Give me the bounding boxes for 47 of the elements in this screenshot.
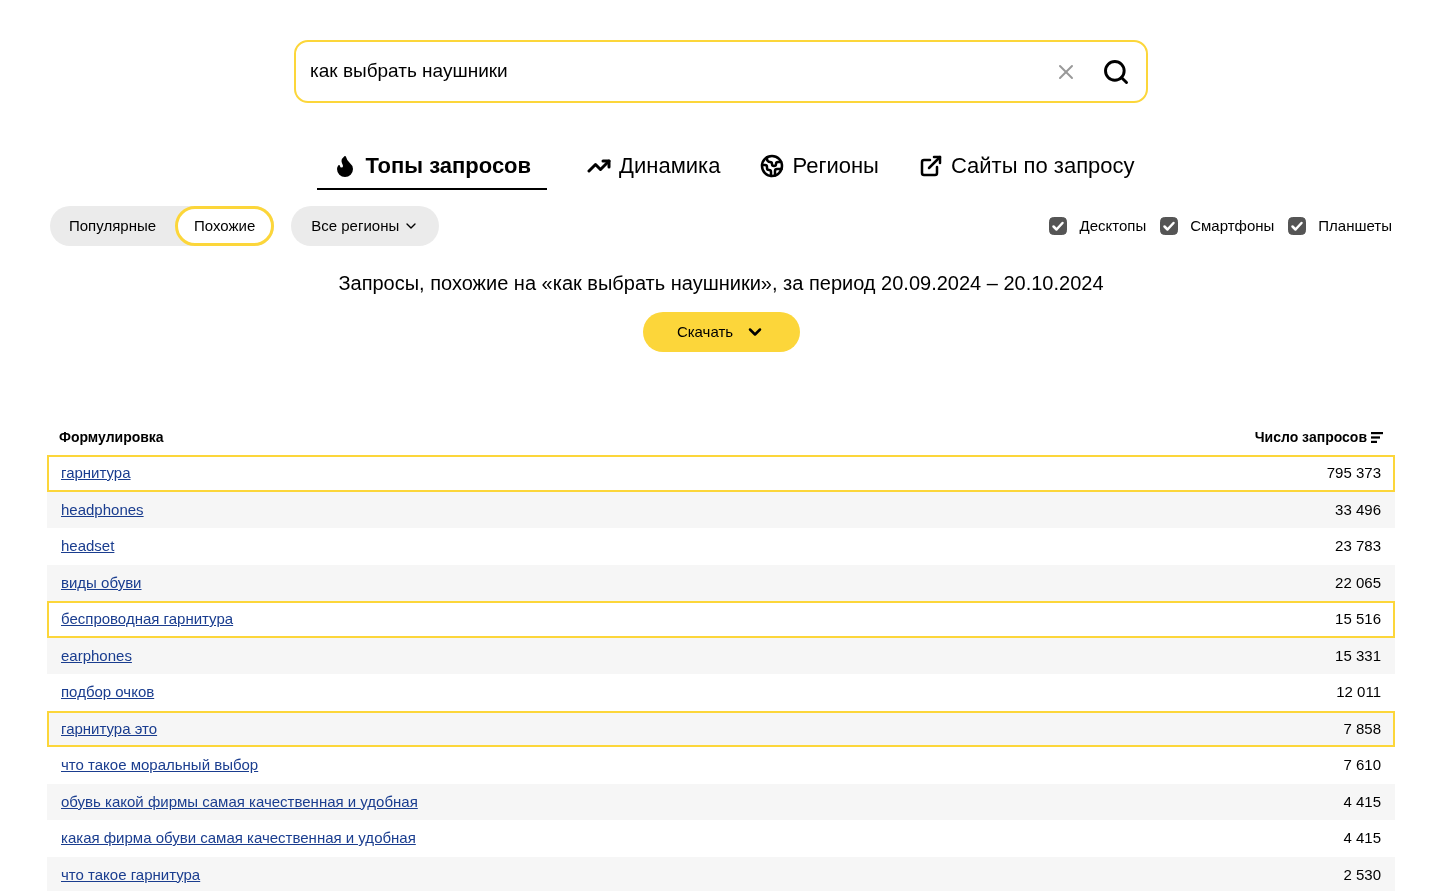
sort-icon[interactable] xyxy=(1371,431,1383,443)
column-header: Формулировка xyxy=(59,427,164,447)
checkbox[interactable] xyxy=(1049,217,1068,235)
query-link[interactable]: earphones xyxy=(61,644,132,667)
query-link[interactable]: что такое гарнитура xyxy=(61,863,201,886)
region-dropdown[interactable]: Все регионы xyxy=(291,206,440,246)
search-icon[interactable] xyxy=(1102,57,1130,86)
mode-option[interactable]: Похожие xyxy=(175,206,275,246)
download-button[interactable]: Скачать xyxy=(642,312,800,352)
query-link[interactable]: подбор очков xyxy=(61,681,155,704)
query-link[interactable]: что такое моральный выбор xyxy=(61,754,259,777)
query-count: 4 415 xyxy=(1343,791,1381,812)
query-count: 7 610 xyxy=(1343,755,1381,775)
external-link-icon xyxy=(918,153,943,178)
query-link[interactable]: гарнитура это xyxy=(61,717,158,740)
query-count: 33 496 xyxy=(1335,499,1381,520)
search-value: как выбрать наушники xyxy=(310,59,509,84)
checkbox[interactable] xyxy=(1288,217,1307,235)
tab[interactable]: Сайты по запросу xyxy=(918,149,1135,190)
query-count: 2 530 xyxy=(1343,864,1381,885)
query-link[interactable]: виды обуви xyxy=(61,571,142,594)
tab[interactable]: Динамика xyxy=(587,149,721,190)
tab[interactable]: Топы запросов xyxy=(317,149,548,190)
query-count: 7 858 xyxy=(1343,718,1381,739)
query-link[interactable]: обувь какой фирмы самая качественная и удобная xyxy=(61,790,418,813)
globe-icon xyxy=(760,153,785,178)
query-count: 795 373 xyxy=(1326,463,1381,483)
checkbox-label: Смартфоны xyxy=(1190,215,1275,236)
query-count: 15 516 xyxy=(1335,609,1381,629)
query-count: 15 331 xyxy=(1335,645,1381,666)
query-link[interactable]: headset xyxy=(61,535,115,558)
mode-option[interactable]: Популярные xyxy=(50,206,176,246)
tab[interactable]: Регионы xyxy=(760,149,879,190)
results-heading: Запросы, похожие на «как выбрать наушники», за период 20.09.2024 – 20.10.2024 xyxy=(338,272,1104,294)
query-count: 23 783 xyxy=(1335,536,1381,556)
checkbox-label: Десктопы xyxy=(1079,215,1147,236)
checkbox[interactable] xyxy=(1160,217,1179,235)
query-count: 4 415 xyxy=(1343,828,1381,848)
query-link[interactable]: headphones xyxy=(61,498,144,521)
checkbox-label: Планшеты xyxy=(1318,215,1392,236)
query-link[interactable]: беспроводная гарнитура xyxy=(61,608,234,631)
query-link[interactable]: гарнитура xyxy=(61,462,131,485)
query-count: 22 065 xyxy=(1335,572,1381,593)
search-field[interactable]: как выбрать наушники xyxy=(294,40,1148,103)
query-count: 12 011 xyxy=(1336,682,1381,702)
column-header[interactable]: Число запросов xyxy=(1254,426,1367,448)
query-link[interactable]: какая фирма обуви самая качественная и удобная xyxy=(61,827,416,850)
